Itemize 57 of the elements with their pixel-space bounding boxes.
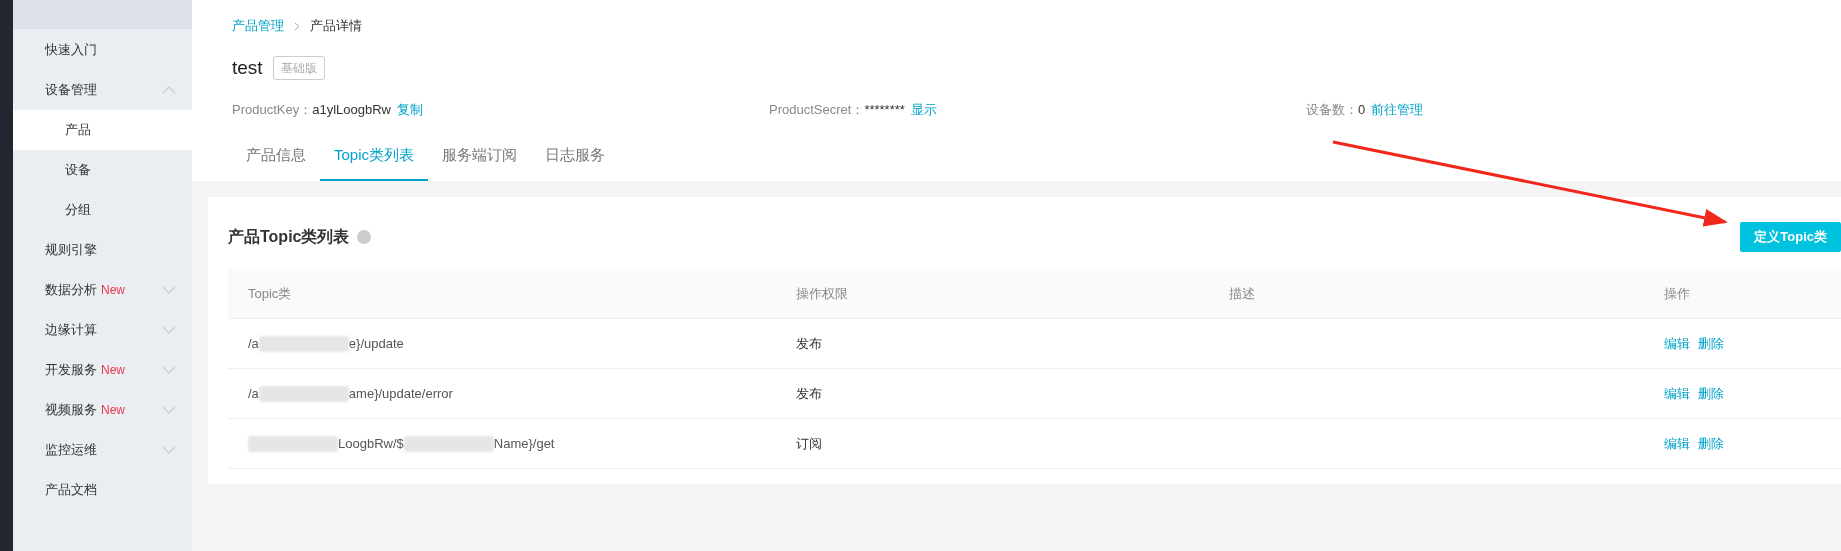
chevron-down-icon: [162, 406, 176, 414]
row-action-link[interactable]: 删除: [1698, 383, 1724, 404]
breadcrumb-separator-icon: [294, 21, 300, 31]
column-header: Topic类: [228, 269, 776, 319]
info-label: ProductSecret：: [769, 101, 865, 120]
chevron-down-icon: [162, 446, 176, 454]
table-cell: /a ame}/update/error: [228, 369, 776, 419]
sidebar-item[interactable]: 数据分析 New: [13, 270, 192, 310]
sidebar-item[interactable]: 产品文档: [13, 470, 192, 510]
info-value: ********: [864, 101, 905, 120]
tab[interactable]: 服务端订阅: [428, 131, 532, 181]
breadcrumb-current: 产品详情: [310, 17, 362, 36]
sidebar-item[interactable]: 监控运维: [13, 430, 192, 470]
row-action-link[interactable]: 删除: [1698, 333, 1724, 354]
row-action-link[interactable]: 编辑: [1664, 333, 1690, 354]
table-cell: LoogbRw/$ Name}/get: [228, 419, 776, 469]
sidebar-item[interactable]: 快速入门: [13, 30, 192, 70]
info-label: ProductKey：: [232, 101, 313, 120]
new-label: New: [101, 282, 125, 299]
table-cell: 发布: [776, 319, 1209, 369]
row-action-link[interactable]: 编辑: [1664, 383, 1690, 404]
sidebar-item[interactable]: 产品: [13, 110, 192, 150]
chevron-down-icon: [162, 366, 176, 374]
chevron-up-icon: [162, 86, 176, 94]
edition-tag: 基础版: [272, 56, 325, 80]
sidebar-item[interactable]: 分组: [13, 190, 192, 230]
sidebar-item[interactable]: 边缘计算: [13, 310, 192, 350]
tab[interactable]: 产品信息: [232, 131, 320, 181]
info-value: a1ylLoogbRw: [312, 101, 391, 120]
chevron-down-icon: [162, 326, 176, 334]
breadcrumb-link[interactable]: 产品管理: [232, 16, 284, 36]
info-value: 0: [1358, 101, 1366, 120]
row-action-link[interactable]: 删除: [1698, 433, 1724, 454]
column-header: 描述: [1209, 269, 1644, 319]
tab[interactable]: Topic类列表: [320, 131, 429, 181]
chevron-down-icon: [162, 286, 176, 294]
sidebar-item[interactable]: 设备: [13, 150, 192, 190]
sidebar-item[interactable]: 规则引擎: [13, 230, 192, 270]
table-cell: 发布: [776, 369, 1209, 419]
row-action-link[interactable]: 编辑: [1664, 433, 1690, 454]
table-cell: /a e}/update: [228, 319, 776, 369]
sidebar-item[interactable]: 设备管理: [13, 70, 192, 110]
card-title: 产品Topic类列表: [228, 227, 350, 247]
column-header: 操作: [1644, 269, 1841, 319]
table-cell: 订阅: [776, 419, 1209, 469]
info-action-link[interactable]: 显示: [910, 100, 937, 120]
help-icon: [357, 230, 372, 244]
info-label: 设备数：: [1306, 101, 1358, 120]
column-header: 操作权限: [776, 269, 1209, 319]
sidebar-item[interactable]: 视频服务 New: [13, 390, 192, 430]
new-label: New: [101, 362, 125, 379]
info-action-link[interactable]: 复制: [397, 100, 423, 120]
info-action-link[interactable]: 前往管理: [1371, 100, 1424, 120]
product-name: test: [232, 55, 263, 80]
sidebar-item[interactable]: 开发服务 New: [13, 350, 192, 390]
new-label: New: [101, 402, 125, 419]
tab[interactable]: 日志服务: [531, 131, 620, 181]
